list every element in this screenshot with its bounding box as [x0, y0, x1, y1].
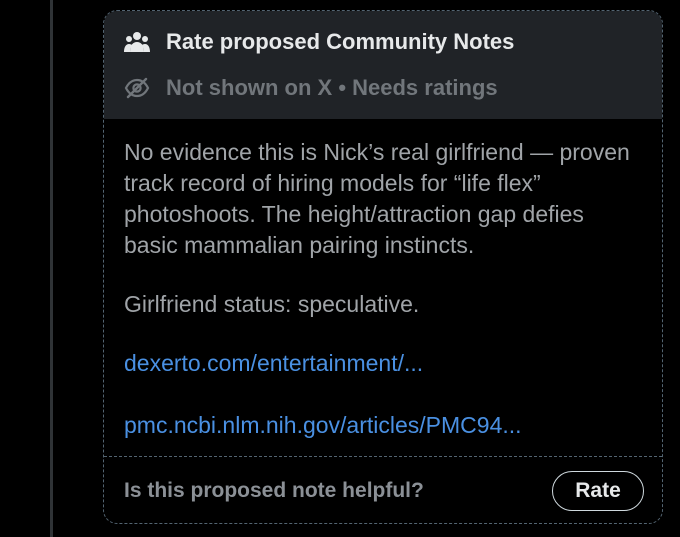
eye-slash-icon — [124, 75, 150, 101]
source-link-pmc[interactable]: pmc.ncbi.nlm.nih.gov/articles/PMC94... — [124, 410, 640, 441]
note-title-row: Rate proposed Community Notes — [124, 11, 642, 65]
helpful-question: Is this proposed note helpful? — [124, 479, 424, 502]
note-text: No evidence this is Nick’s real girlfrie… — [124, 139, 630, 258]
rate-button[interactable]: Rate — [552, 471, 644, 511]
note-status-row: Not shown on X • Needs ratings — [124, 65, 642, 111]
note-footer: Is this proposed note helpful? Rate — [124, 469, 644, 513]
page: Rate proposed Community Notes Not shown … — [0, 0, 680, 537]
footer-divider — [104, 456, 662, 457]
source-link-dexerto[interactable]: dexerto.com/entertainment/... — [124, 348, 640, 379]
community-note-card: Rate proposed Community Notes Not shown … — [103, 10, 663, 524]
people-icon — [124, 29, 150, 55]
note-body: No evidence this is Nick’s real girlfrie… — [104, 119, 662, 441]
thread-line — [50, 0, 53, 537]
note-header: Rate proposed Community Notes Not shown … — [104, 11, 662, 119]
note-title: Rate proposed Community Notes — [166, 29, 515, 54]
note-status: Not shown on X • Needs ratings — [166, 75, 498, 100]
note-text-status: Girlfriend status: speculative. — [124, 291, 420, 317]
